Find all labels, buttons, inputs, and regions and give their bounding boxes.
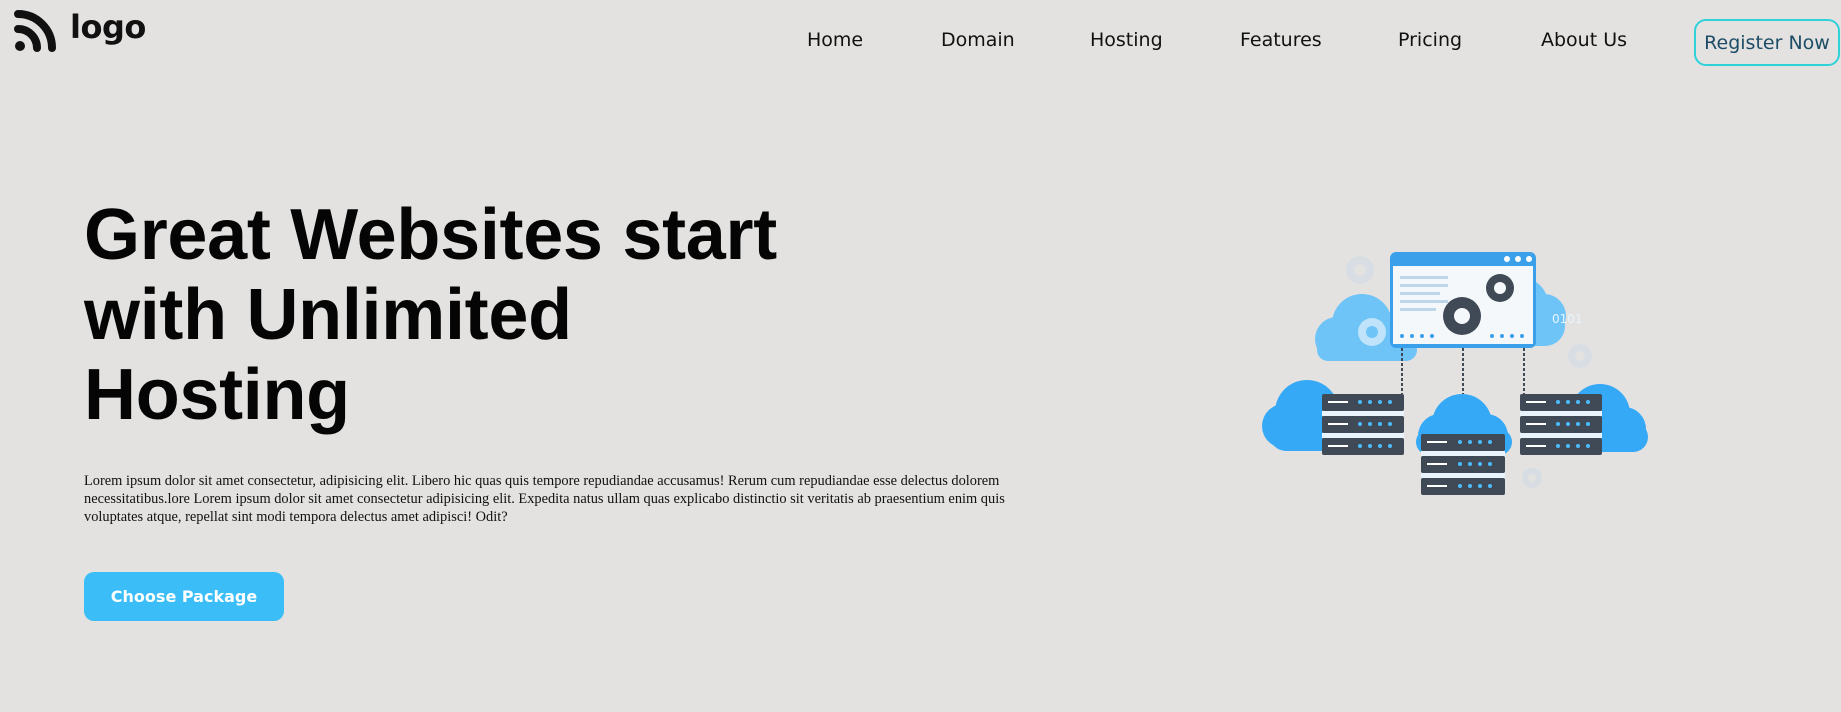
cloud-hosting-illustration: 0101 — [1262, 252, 1648, 495]
nav-about-us[interactable]: About Us — [1541, 28, 1627, 52]
logo-icon — [14, 10, 56, 52]
hero-title: Great Websites start with Unlimited Host… — [84, 195, 777, 435]
nav-hosting[interactable]: Hosting — [1090, 28, 1163, 52]
nav-home[interactable]: Home — [807, 28, 863, 52]
logo[interactable]: logo — [14, 8, 146, 52]
nav-features[interactable]: Features — [1240, 28, 1322, 52]
nav-domain[interactable]: Domain — [941, 28, 1015, 52]
binary-text: 0101 — [1552, 312, 1583, 326]
logo-text: logo — [70, 8, 146, 46]
nav-pricing[interactable]: Pricing — [1398, 28, 1462, 52]
hero-description: Lorem ipsum dolor sit amet consectetur, … — [84, 473, 1005, 525]
choose-package-button[interactable]: Choose Package — [84, 572, 284, 621]
register-now-button[interactable]: Register Now — [1694, 19, 1840, 66]
